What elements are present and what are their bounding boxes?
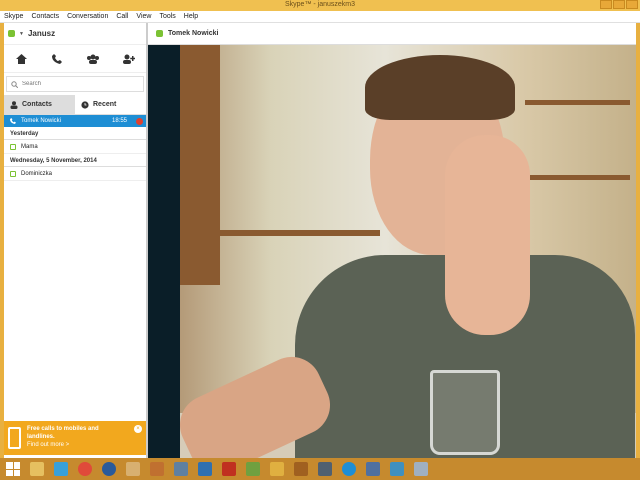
maximize-button[interactable] xyxy=(613,0,625,9)
group-contacts-icon[interactable] xyxy=(85,52,101,66)
app-icon[interactable] xyxy=(294,462,308,476)
search-box[interactable] xyxy=(6,76,144,92)
app-icon[interactable] xyxy=(390,462,404,476)
recent-group-header: Wednesday, 5 November, 2014 xyxy=(4,154,146,167)
shelf-middle xyxy=(525,175,630,180)
tab-contacts[interactable]: Contacts xyxy=(4,95,75,114)
online-status-icon xyxy=(156,30,163,37)
sidebar: ▼ Janusz Contacts Recent Tomek Nowi xyxy=(4,23,146,458)
shelf-bottom xyxy=(190,230,380,236)
menu-skype[interactable]: Skype xyxy=(4,13,23,20)
internet-explorer-icon[interactable] xyxy=(54,462,68,476)
menu-call[interactable]: Call xyxy=(116,13,128,20)
person-icon xyxy=(10,100,18,109)
shelf-left xyxy=(180,45,220,285)
app-icon[interactable] xyxy=(198,462,212,476)
app-icon[interactable] xyxy=(270,462,284,476)
call-time: 18:55 xyxy=(111,118,127,124)
skype-icon[interactable] xyxy=(342,462,356,476)
menu-bar: Skype Contacts Conversation Call View To… xyxy=(0,11,640,23)
conversation-contact-name[interactable]: Tomek Nowicki xyxy=(168,30,218,37)
video-feed xyxy=(170,45,636,458)
minimize-button[interactable] xyxy=(600,0,612,9)
app-icon[interactable] xyxy=(246,462,260,476)
mobile-phone-icon xyxy=(8,427,21,449)
chat-icon xyxy=(10,143,16,150)
tab-recent[interactable]: Recent xyxy=(75,95,146,114)
search-input[interactable] xyxy=(22,81,132,87)
call-phone-icon xyxy=(10,118,16,124)
glass xyxy=(430,370,500,455)
app-icon[interactable] xyxy=(174,462,188,476)
clock-icon xyxy=(81,100,89,109)
pdf-reader-icon[interactable] xyxy=(222,462,236,476)
app-icon[interactable] xyxy=(366,462,380,476)
person-arm xyxy=(445,135,530,335)
promo-text-block: Free calls to mobiles and landlines. Fin… xyxy=(27,425,112,451)
contact-name: Mama xyxy=(21,143,38,150)
app-icon[interactable] xyxy=(150,462,164,476)
app-icon[interactable] xyxy=(414,462,428,476)
recent-group-header: Yesterday xyxy=(4,127,146,140)
profile-name[interactable]: Janusz xyxy=(28,29,55,38)
close-icon[interactable]: × xyxy=(134,425,142,433)
person-hair xyxy=(365,55,515,120)
taskbar xyxy=(0,458,640,480)
window-controls xyxy=(600,0,638,11)
shelf-top xyxy=(525,100,630,105)
contact-tabs: Contacts Recent xyxy=(4,95,146,115)
list-item[interactable]: Dominiczka xyxy=(4,167,146,181)
close-button[interactable] xyxy=(626,0,638,9)
promo-link[interactable]: Find out more > xyxy=(27,441,112,449)
chat-icon xyxy=(10,170,16,177)
app-icon[interactable] xyxy=(102,462,116,476)
tab-recent-label: Recent xyxy=(93,101,117,108)
call-phone-icon[interactable] xyxy=(49,52,65,66)
recent-contact-name: Tomek Nowicki xyxy=(21,118,62,124)
conversation-header: Tomek Nowicki xyxy=(148,23,636,45)
windows-start-icon[interactable] xyxy=(6,462,20,476)
home-icon[interactable] xyxy=(14,52,30,66)
video-call-area[interactable] xyxy=(148,45,636,458)
end-call-icon[interactable] xyxy=(136,117,143,125)
profile-header[interactable]: ▼ Janusz xyxy=(4,23,146,45)
menu-view[interactable]: View xyxy=(136,13,151,20)
contact-name: Dominiczka xyxy=(21,170,53,177)
sidebar-toolbar xyxy=(4,45,146,73)
search-icon xyxy=(11,80,18,88)
promo-banner[interactable]: Free calls to mobiles and landlines. Fin… xyxy=(4,421,146,455)
title-bar: Skype™ - januszekm3 xyxy=(0,0,640,11)
app-icon[interactable] xyxy=(318,462,332,476)
chevron-down-icon[interactable]: ▼ xyxy=(19,31,24,37)
chrome-icon[interactable] xyxy=(78,462,92,476)
add-contact-icon[interactable] xyxy=(120,52,136,66)
window-title: Skype™ - januszekm3 xyxy=(284,1,356,8)
menu-tools[interactable]: Tools xyxy=(159,13,175,20)
list-item[interactable]: Mama xyxy=(4,140,146,154)
recent-active-call[interactable]: Tomek Nowicki 18:55 xyxy=(4,115,146,127)
menu-contacts[interactable]: Contacts xyxy=(31,13,59,20)
tab-contacts-label: Contacts xyxy=(22,101,52,108)
file-explorer-icon[interactable] xyxy=(30,462,44,476)
promo-text: Free calls to mobiles and landlines. xyxy=(27,426,99,440)
app-icon[interactable] xyxy=(126,462,140,476)
online-status-icon[interactable] xyxy=(8,30,15,37)
menu-help[interactable]: Help xyxy=(184,13,198,20)
menu-conversation[interactable]: Conversation xyxy=(67,13,108,20)
